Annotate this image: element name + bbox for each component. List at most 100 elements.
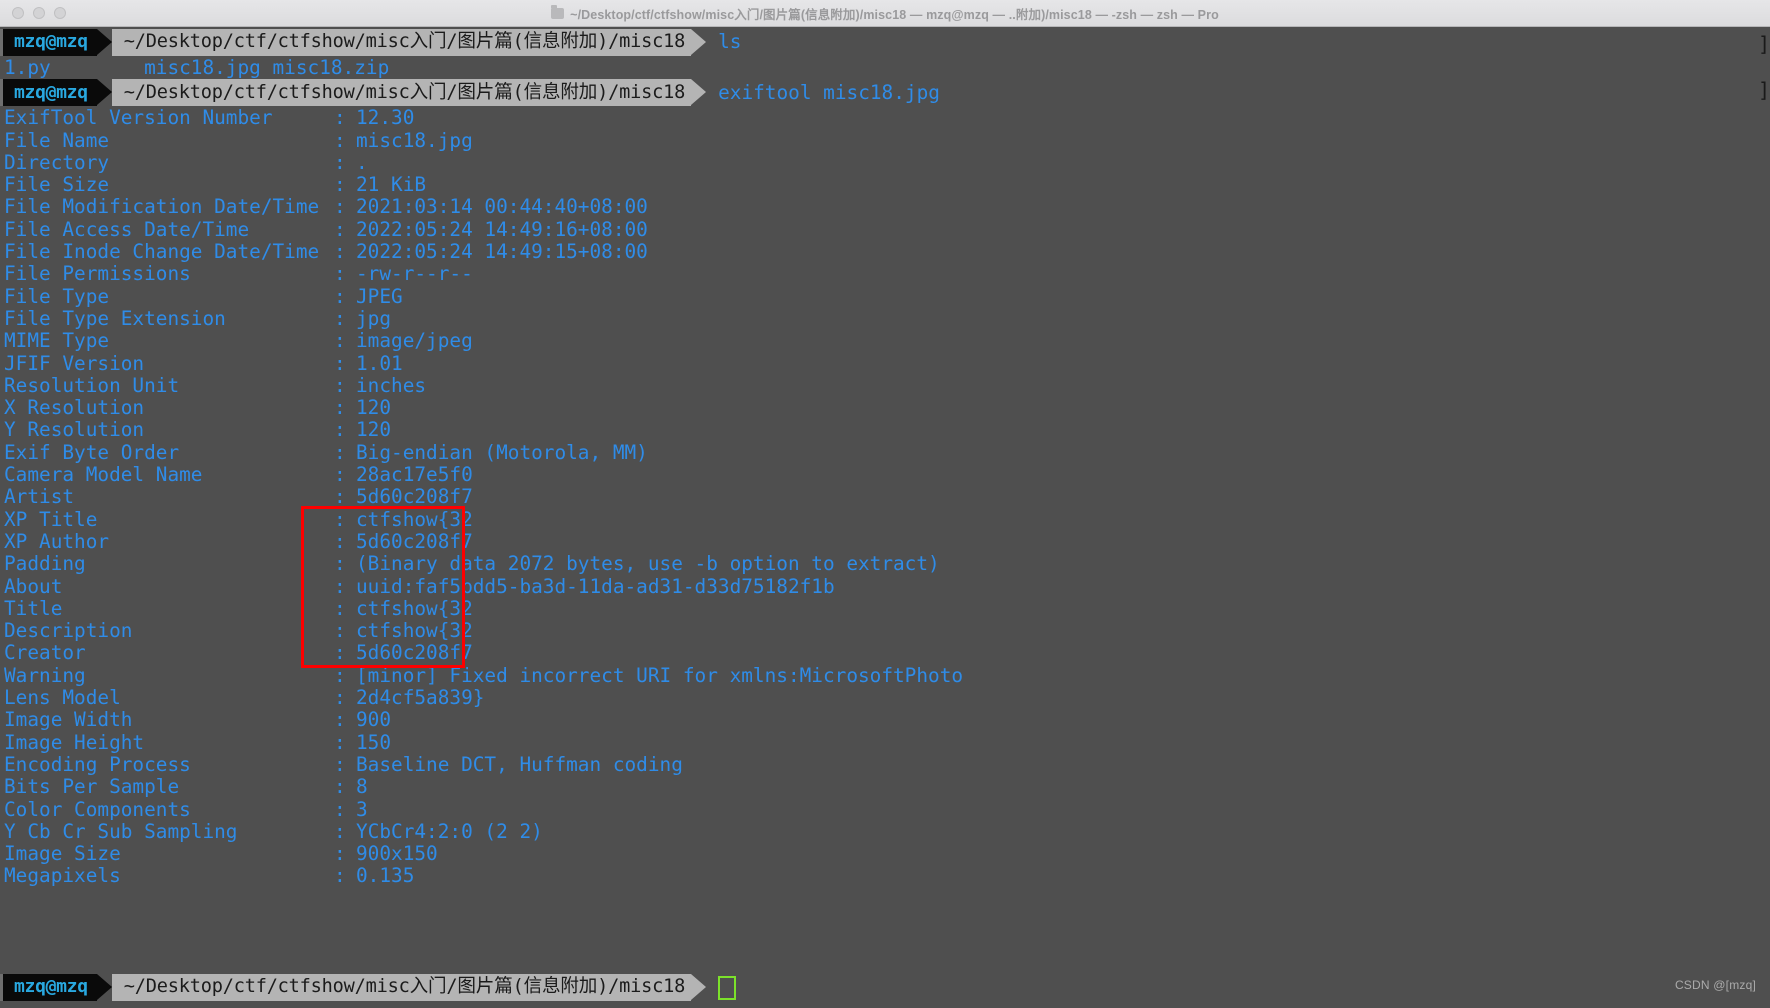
exif-colon: : (334, 106, 346, 130)
exif-value: Baseline DCT, Huffman coding (356, 752, 683, 776)
command-exiftool: exiftool misc18.jpg (718, 80, 940, 104)
exif-colon: : (334, 819, 346, 843)
exif-row: Y Resolution:120 (4, 419, 1770, 442)
exif-value: ctfshow{32 (356, 619, 473, 643)
exif-colon: : (334, 596, 346, 620)
exif-row: Encoding Process: Baseline DCT, Huffman c… (4, 752, 1770, 776)
exif-key: Artist (4, 486, 75, 509)
exif-key: Lens Model (4, 687, 121, 710)
exif-value: . (356, 150, 368, 174)
exif-row: Lens Model:2d4cf5a839} (4, 686, 1770, 710)
prompt-edge-marker-2 (0, 79, 3, 107)
text-cursor[interactable] (718, 975, 737, 1000)
exif-row: JFIF Version:1.01 (4, 351, 1770, 375)
prompt-user-segment: mzq@mzq (0, 29, 97, 56)
scroll-mark-1[interactable]: ] (1758, 33, 1770, 55)
exif-row: Exif Byte Order: Big-endian (Motorola, MM… (4, 440, 1770, 464)
exif-colon: : (334, 463, 346, 487)
exif-row: Artist:5d60c208f7 (4, 485, 1770, 509)
exif-row: Padding: (Binary data 2072 bytes, use -b … (4, 552, 1770, 576)
zoom-button[interactable] (54, 7, 66, 19)
exif-colon: : (334, 730, 346, 754)
exif-value: Big-endian (Motorola, MM) (356, 440, 648, 464)
prompt-line-2: mzq@mzq ~/Desktop/ctf/ctfshow/misc入门/图片篇… (0, 79, 1770, 107)
exif-value: 2d4cf5a839} (356, 686, 485, 710)
exif-key: Warning (4, 664, 86, 687)
exif-colon: : (334, 864, 346, 888)
exif-value: 0.135 (356, 864, 415, 888)
exif-key: Image Height (4, 731, 145, 754)
exif-key: XP Title (4, 508, 98, 531)
exif-colon: : (334, 574, 346, 598)
exif-colon: : (334, 240, 346, 264)
exif-row: MIME Type: image/jpeg (4, 329, 1770, 353)
exif-value: 1.01 (356, 351, 403, 375)
exif-value: jpg (356, 306, 392, 330)
exif-colon: : (334, 396, 346, 420)
exif-colon: : (334, 329, 346, 353)
prompt-arrow-1 (96, 29, 112, 55)
exif-value: 150 (356, 730, 392, 754)
csdn-watermark: CSDN @[mzq] (1674, 977, 1756, 992)
prompt-arrow-4 (691, 79, 707, 106)
exif-key: File Inode Change Date/Time (4, 241, 320, 264)
prompt-arrow-6 (691, 974, 707, 1000)
exif-key: About (4, 575, 63, 598)
exif-key: Exif Byte Order (4, 441, 180, 464)
prompt-user-segment-3: mzq@mzq (0, 974, 97, 1001)
exif-key: Camera Model Name (4, 464, 203, 487)
exif-colon: : (334, 306, 346, 330)
exif-value: [minor] Fixed incorrect URI for xmlns:Mi… (356, 663, 964, 687)
ls-output: 1.py misc18.jpg misc18.zip (4, 56, 390, 79)
minimize-button[interactable] (33, 7, 45, 19)
exif-key: File Name (4, 129, 110, 152)
exif-colon: : (334, 797, 346, 821)
exif-row: XP Title: ctfshow{32 (4, 507, 1770, 531)
scroll-mark-2[interactable]: ] (1758, 79, 1770, 101)
exif-key: Padding (4, 553, 86, 576)
exif-value: YCbCr4:2:0 (2 2) (356, 819, 543, 843)
prompt-line-3: mzq@mzq ~/Desktop/ctf/ctfshow/misc入门/图片篇… (0, 974, 1770, 1001)
exif-key: Encoding Process (4, 753, 191, 776)
exif-key: Megapixels (4, 865, 121, 888)
exif-colon: : (334, 173, 346, 197)
exif-row: File Modification Date/Time:2021:03:14 0… (4, 196, 1770, 219)
exif-row: ExifTool Version Number:12.30 (4, 106, 1770, 130)
exif-value: 12.30 (356, 106, 415, 130)
prompt-arrow-3 (96, 79, 112, 106)
exif-colon: : (334, 373, 346, 397)
close-button[interactable] (12, 7, 24, 19)
exif-row: Warning: [minor] Fixed incorrect URI for … (4, 663, 1770, 687)
exif-value: 5d60c208f7 (356, 485, 473, 509)
exif-value: 900 (356, 708, 392, 732)
exif-colon: : (334, 507, 346, 531)
exif-key: File Modification Date/Time (4, 196, 320, 219)
exif-colon: : (334, 284, 346, 308)
window-titlebar: ~/Desktop/ctf/ctfshow/misc入门/图片篇(信息附加)/m… (0, 0, 1770, 27)
exif-key: File Type Extension (4, 307, 226, 330)
exif-colon: : (334, 128, 346, 152)
exif-value: 8 (356, 775, 368, 799)
prompt-user-segment-2: mzq@mzq (0, 79, 97, 107)
exif-key: Description (4, 620, 133, 643)
exif-value: -rw-r--r-- (356, 262, 473, 286)
exif-value: 5d60c208f7 (356, 529, 473, 553)
prompt-path-segment-3: ~/Desktop/ctf/ctfshow/misc入门/图片篇(信息附加)/m… (111, 974, 692, 1001)
exif-row: File Name: misc18.jpg (4, 128, 1770, 152)
exif-key: File Size (4, 174, 110, 197)
exif-key: Y Cb Cr Sub Sampling (4, 820, 238, 843)
exif-value: ctfshow{32 (356, 507, 473, 531)
exif-row: File Access Date/Time:2022:05:24 14:49:1… (4, 218, 1770, 241)
exif-colon: : (334, 708, 346, 732)
exif-key: ExifTool Version Number (4, 107, 273, 130)
exif-value: JPEG (356, 284, 403, 308)
exif-row: File Inode Change Date/Time:2022:05:24 1… (4, 240, 1770, 264)
exif-key: Color Components (4, 798, 191, 821)
exif-key: Y Resolution (4, 419, 145, 442)
exif-colon: : (334, 262, 346, 286)
exif-row: X Resolution:120 (4, 396, 1770, 420)
exif-value: uuid:faf5bdd5-ba3d-11da-ad31-d33d75182f1… (356, 574, 835, 598)
terminal-body[interactable]: mzq@mzq ~/Desktop/ctf/ctfshow/misc入门/图片篇… (0, 27, 1770, 1008)
exif-row: Title: ctfshow{32 (4, 596, 1770, 620)
exif-row: Description: ctfshow{32 (4, 619, 1770, 643)
